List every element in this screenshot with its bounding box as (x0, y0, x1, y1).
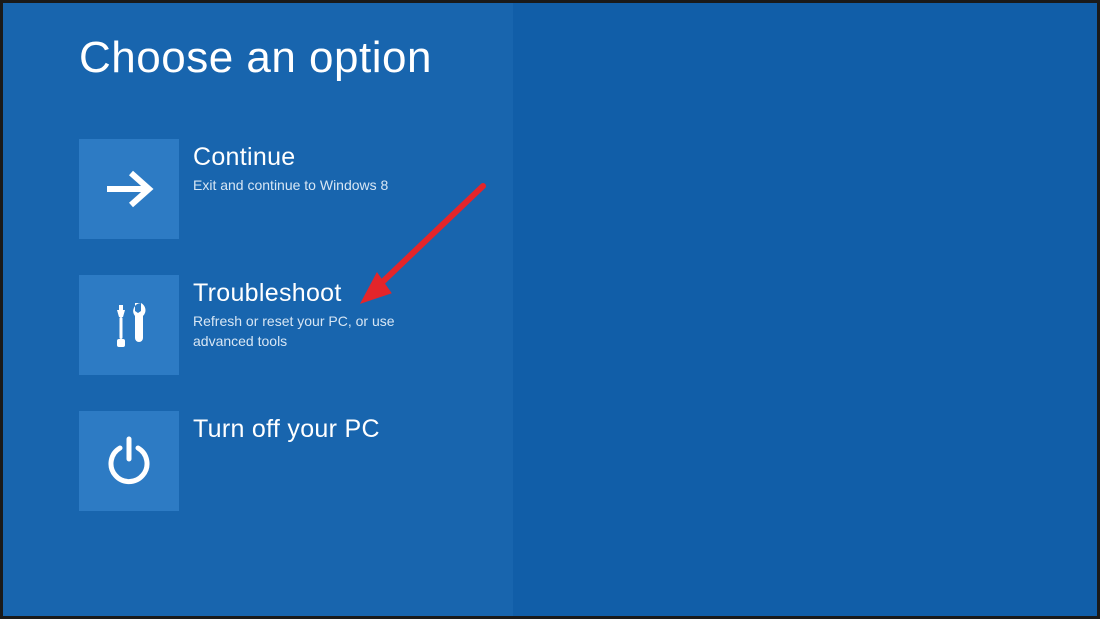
option-turnoff-title: Turn off your PC (193, 415, 380, 444)
turnoff-tile (79, 411, 179, 511)
option-troubleshoot-text: Troubleshoot Refresh or reset your PC, o… (179, 275, 413, 351)
option-turnoff-text: Turn off your PC (179, 411, 380, 448)
option-continue-desc: Exit and continue to Windows 8 (193, 176, 388, 196)
continue-tile (79, 139, 179, 239)
option-troubleshoot-desc: Refresh or reset your PC, or use advance… (193, 312, 413, 351)
option-continue[interactable]: Continue Exit and continue to Windows 8 (79, 139, 473, 239)
option-panel: Choose an option Continue Exit and conti… (3, 3, 513, 616)
option-troubleshoot[interactable]: Troubleshoot Refresh or reset your PC, o… (79, 275, 473, 375)
option-continue-title: Continue (193, 143, 388, 172)
option-continue-text: Continue Exit and continue to Windows 8 (179, 139, 388, 196)
option-troubleshoot-title: Troubleshoot (193, 279, 413, 308)
troubleshoot-tile (79, 275, 179, 375)
option-turnoff[interactable]: Turn off your PC (79, 411, 473, 511)
tools-icon (99, 295, 159, 355)
arrow-right-icon (99, 159, 159, 219)
power-icon (99, 431, 159, 491)
page-title: Choose an option (79, 33, 473, 83)
